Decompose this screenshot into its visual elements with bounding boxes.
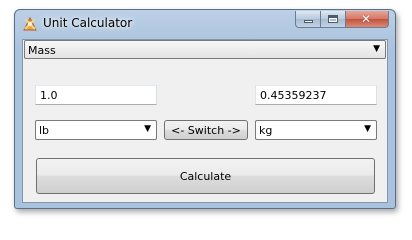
- output-value-field[interactable]: 0.45359237: [255, 85, 377, 105]
- category-select-value: Mass: [28, 44, 56, 57]
- window-title: Unit Calculator: [43, 16, 133, 30]
- chevron-down-icon: ▼: [364, 124, 371, 134]
- calculate-button[interactable]: Calculate: [36, 158, 375, 194]
- app-window: Unit Calculator ✕ Mass ▼ 1.0 0.45359237 …: [14, 9, 396, 209]
- output-value-text: 0.45359237: [260, 89, 327, 102]
- from-unit-value: lb: [39, 124, 50, 137]
- maximize-button[interactable]: [321, 11, 346, 28]
- maximize-icon: [328, 15, 338, 23]
- chevron-down-icon: ▼: [373, 44, 380, 54]
- category-select[interactable]: Mass ▼: [24, 40, 386, 59]
- minimize-button[interactable]: [295, 11, 321, 28]
- caption-buttons: ✕: [295, 11, 389, 28]
- from-unit-select[interactable]: lb ▼: [35, 120, 157, 140]
- close-icon: ✕: [361, 12, 372, 26]
- to-unit-select[interactable]: kg ▼: [255, 120, 377, 140]
- title-bar[interactable]: Unit Calculator ✕: [15, 10, 395, 38]
- switch-button[interactable]: <- Switch ->: [164, 120, 248, 140]
- minimize-icon: [304, 20, 313, 23]
- input-value-text: 1.0: [40, 89, 58, 102]
- to-unit-value: kg: [259, 124, 273, 137]
- chevron-down-icon: ▼: [144, 124, 151, 134]
- client-area: Mass ▼ 1.0 0.45359237 lb ▼ <- Switch -> …: [22, 39, 388, 203]
- calculator-app-icon: [23, 16, 37, 31]
- close-button[interactable]: ✕: [346, 11, 389, 28]
- input-value-field[interactable]: 1.0: [35, 85, 157, 105]
